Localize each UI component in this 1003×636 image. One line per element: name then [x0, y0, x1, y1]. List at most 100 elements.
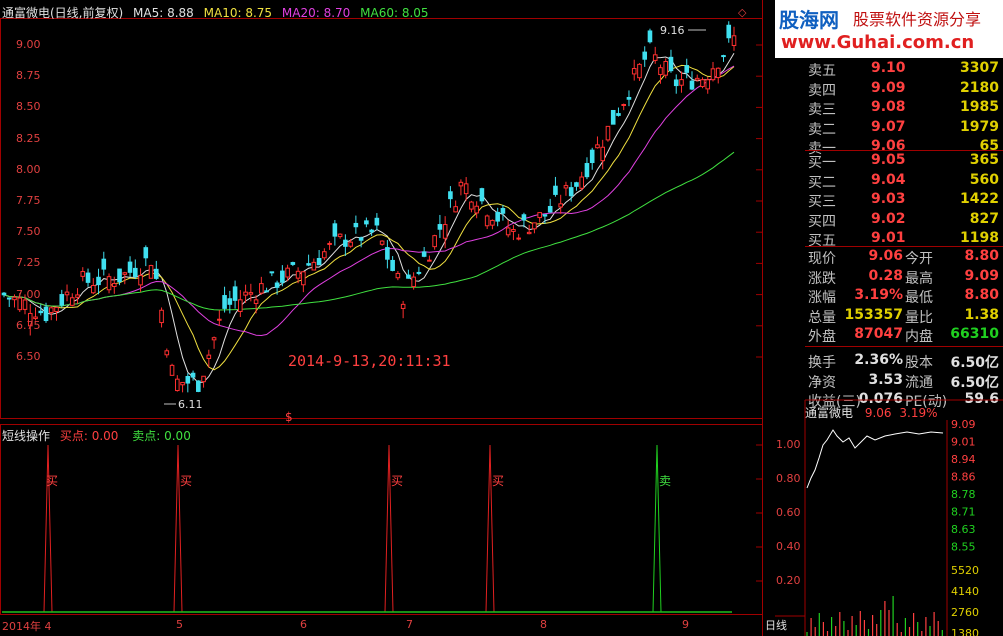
candle-body — [75, 294, 80, 298]
time-tick: 9 — [682, 618, 689, 631]
candle-body — [610, 109, 616, 125]
candle-body — [442, 224, 448, 239]
time-tick: 6 — [300, 618, 307, 631]
candle-body — [69, 297, 75, 306]
stock-title: 通富微电(日线,前复权) — [2, 6, 124, 20]
candle-body — [59, 294, 65, 306]
candle-body — [143, 247, 149, 259]
candle-body — [337, 233, 343, 238]
candle-body — [694, 77, 700, 81]
candle-body — [600, 146, 606, 162]
ma20-line — [3, 65, 735, 337]
candle-body — [259, 283, 264, 294]
candle-body — [647, 30, 653, 43]
mini-price-tick: 8.63 — [951, 523, 976, 536]
candle-body — [642, 51, 648, 60]
marker-dollar: $ — [285, 410, 293, 424]
candle-body — [668, 56, 674, 72]
candle-body — [316, 257, 322, 266]
period-label[interactable]: 日线 — [765, 617, 787, 633]
time-tick: 5 — [176, 618, 183, 631]
candle-body — [437, 224, 443, 230]
candle-body — [542, 214, 548, 217]
indicator-pane-frame — [0, 424, 763, 615]
ma60-label: MA60: 8.05 — [360, 6, 429, 20]
candle-body — [458, 181, 464, 187]
candle-body — [369, 229, 374, 233]
kline-chart[interactable]: 通富微电(日线,前复权) MA5: 8.88 MA10: 8.75 MA20: … — [0, 0, 801, 636]
candle-body — [22, 299, 28, 310]
price-tick: 6.75 — [16, 318, 41, 332]
ma5-line — [3, 53, 735, 384]
candle-body — [705, 79, 711, 90]
chart-canvas[interactable] — [0, 0, 775, 636]
candle-body — [343, 239, 348, 247]
candle-body — [127, 261, 133, 273]
candle-body — [379, 240, 385, 245]
candle-body — [537, 212, 542, 219]
candle-body — [117, 268, 122, 283]
price-tick: 7.25 — [16, 256, 41, 270]
candle-body — [253, 299, 259, 304]
candle-body — [311, 261, 317, 271]
price-tick: 9.00 — [16, 38, 41, 51]
mini-price-tick: 8.94 — [951, 453, 976, 466]
candle-body — [185, 375, 191, 384]
candle-body — [227, 298, 233, 305]
price-tick: 7.75 — [16, 194, 41, 207]
candle-body — [243, 291, 248, 296]
candle-body — [274, 282, 280, 288]
low-price-annotation: 6.11 — [178, 398, 203, 411]
candle-body — [169, 364, 175, 376]
candle-body — [322, 251, 327, 259]
mini-volume-tick: 1380 — [951, 627, 979, 636]
candle-body — [190, 372, 196, 378]
candlesticks — [1, 21, 737, 393]
indicator-name: 短线操作 — [2, 429, 51, 443]
candle-body — [406, 274, 411, 279]
candle-body — [652, 54, 658, 61]
mini-price-tick: 8.86 — [951, 471, 976, 484]
chart-header: 通富微电(日线,前复权) MA5: 8.88 MA10: 8.75 MA20: … — [2, 4, 435, 21]
candle-body — [280, 270, 285, 283]
candle-body — [301, 271, 306, 286]
candle-body — [364, 220, 369, 225]
candle-body — [285, 267, 290, 278]
mini-price-tick: 8.71 — [951, 506, 976, 519]
intraday-price-line — [806, 429, 944, 489]
candle-body — [679, 79, 684, 86]
diamond-icon[interactable]: ◇ — [738, 6, 746, 19]
timestamp-overlay: 2014-9-13,20:11:31 — [288, 352, 451, 370]
candle-body — [264, 290, 269, 293]
candle-body — [206, 354, 212, 359]
candle-body — [295, 270, 301, 279]
intraday-chart[interactable]: 9.09 9.01 8.94 8.86 8.78 8.71 8.63 8.55 5520 4140… — [775, 0, 1003, 636]
indicator-header: 短线操作 买点: 0.00 卖点: 0.00 — [2, 427, 191, 444]
candle-body — [385, 247, 390, 260]
candle-body — [558, 203, 563, 208]
candle-body — [400, 303, 406, 309]
candle-body — [700, 79, 705, 88]
candle-body — [416, 271, 422, 274]
candle-body — [595, 144, 600, 149]
candle-body — [54, 306, 59, 313]
mini-price-tick: 8.55 — [951, 541, 976, 554]
candle-body — [132, 267, 138, 277]
signal-spikes — [43, 444, 662, 613]
candle-body — [516, 237, 521, 240]
candle-body — [637, 63, 642, 79]
mini-volume-tick: 5520 — [951, 564, 979, 577]
candle-body — [332, 223, 338, 237]
candle-body — [358, 237, 364, 241]
candle-body — [348, 241, 353, 247]
candle-body — [547, 205, 553, 213]
ma10-line — [3, 64, 735, 371]
candle-body — [568, 187, 574, 197]
candle-body — [469, 201, 474, 210]
ma20-label: MA20: 8.70 — [281, 6, 351, 20]
candle-body — [553, 185, 558, 195]
candle-body — [411, 276, 416, 288]
candle-body — [421, 251, 427, 257]
candle-body — [474, 205, 479, 214]
candle-body — [432, 235, 437, 248]
